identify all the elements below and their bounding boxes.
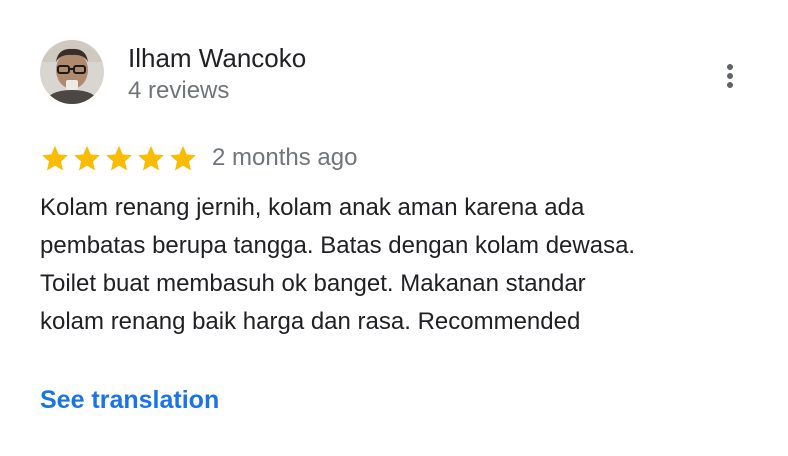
reviewer-name[interactable]: Ilham Wancoko [128, 42, 306, 74]
review-text: Kolam renang jernih, kolam anak aman kar… [40, 194, 636, 335]
star-icon [42, 145, 68, 171]
reviewer-review-count: 4 reviews [128, 77, 230, 104]
more-vert-icon [727, 64, 733, 88]
star-icon [170, 145, 196, 171]
star-icon [138, 145, 164, 171]
review-card: Ilham Wancoko 4 reviews 2 months ago Kol… [0, 0, 788, 456]
rating-row: 2 months ago [40, 140, 357, 176]
more-options-button[interactable] [716, 56, 744, 96]
avatar-image [40, 40, 104, 104]
avatar[interactable] [40, 40, 104, 104]
see-translation-link[interactable]: See translation [40, 382, 219, 418]
review-date: 2 months ago [212, 144, 358, 171]
star-rating [40, 143, 198, 173]
star-icon [106, 145, 132, 171]
star-icon [74, 145, 100, 171]
